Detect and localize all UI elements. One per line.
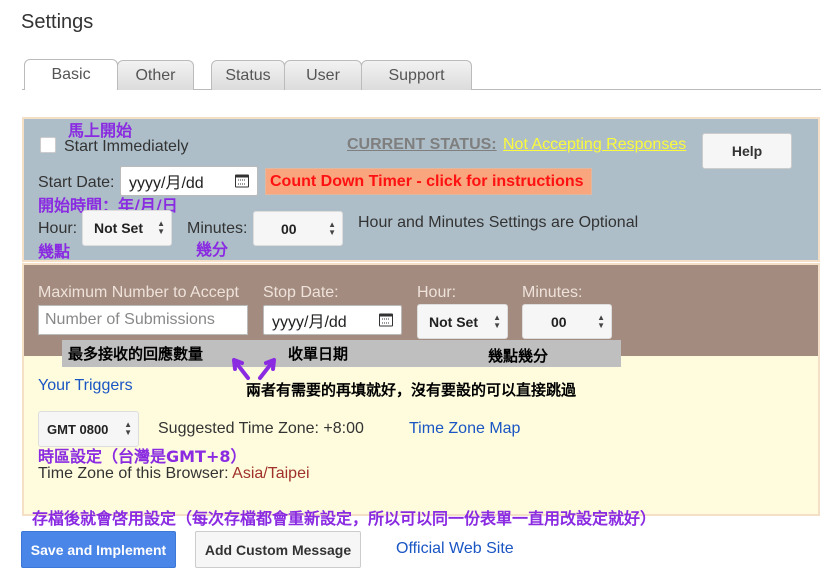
annotation-timezone: 時區設定（台灣是GMT+8） [38, 447, 247, 466]
page-title: Settings [21, 11, 94, 33]
annotation-save: 存檔後就會啓用設定（每次存檔都會重新設定，所以可以同一份表單一直用改設定就好） [32, 509, 657, 528]
start-date-value: yyyy/月/dd [129, 175, 204, 192]
your-triggers-link[interactable]: Your Triggers [38, 377, 133, 395]
countdown-timer-button[interactable]: Count Down Timer - click for instruction… [265, 168, 592, 195]
add-custom-message-button[interactable]: Add Custom Message [195, 531, 361, 568]
stop-hour-select[interactable]: Not Set ▲ ▼ [417, 304, 508, 339]
timezone-value: GMT 0800 [47, 421, 109, 437]
tab-status[interactable]: Status [211, 60, 285, 90]
spinner-arrows-icon: ▲ ▼ [493, 312, 501, 330]
annotation-minute: 幾分 [196, 240, 229, 259]
spinner-arrows-icon: ▲ ▼ [328, 219, 336, 237]
start-minutes-select[interactable]: 00 ▲ ▼ [253, 211, 343, 246]
stop-date-input[interactable]: yyyy/月/dd [263, 305, 402, 335]
calendar-icon[interactable] [235, 174, 249, 188]
browser-timezone-value: Asia/Taipei [232, 465, 310, 482]
current-status-label: CURRENT STATUS: [347, 136, 497, 153]
browser-timezone: Time Zone of this Browser: Asia/Taipei [38, 465, 310, 483]
tab-support[interactable]: Support [361, 60, 472, 90]
current-status-value[interactable]: Not Accepting Responses [503, 136, 686, 154]
annotation-optional: 兩者有需要的再填就好，沒有要設的可以直接跳過 [246, 381, 577, 399]
timezone-select[interactable]: GMT 0800 ▲ ▼ [38, 411, 139, 447]
timezone-map-link[interactable]: Time Zone Map [409, 420, 520, 438]
optional-note: Hour and Minutes Settings are Optional [358, 214, 639, 231]
tab-basic[interactable]: Basic [24, 59, 118, 90]
browser-timezone-label: Time Zone of this Browser: [38, 465, 233, 482]
help-button[interactable]: Help [702, 133, 792, 169]
start-minutes-value: 00 [281, 220, 297, 237]
annotation-stop-time: 幾點幾分 [488, 347, 549, 365]
stop-minutes-value: 00 [551, 313, 567, 330]
tab-other[interactable]: Other [117, 60, 194, 90]
start-date-label: Start Date: [38, 174, 115, 191]
stop-minutes-select[interactable]: 00 ▲ ▼ [522, 304, 612, 339]
max-number-label: Maximum Number to Accept [38, 284, 239, 301]
start-immediately-checkbox[interactable] [40, 137, 56, 153]
spinner-arrows-icon: ▲ ▼ [597, 312, 605, 330]
calendar-icon[interactable] [379, 313, 393, 327]
hour-label: Hour: [38, 220, 78, 237]
stop-hour-value: Not Set [429, 313, 478, 330]
max-submissions-input[interactable]: Number of Submissions [38, 305, 248, 335]
start-hour-select[interactable]: Not Set ▲ ▼ [82, 210, 172, 246]
spinner-arrows-icon: ▲ ▼ [157, 219, 165, 236]
official-website-link[interactable]: Official Web Site [396, 540, 514, 558]
annotation-max-number: 最多接收的回應數量 [68, 345, 204, 363]
start-hour-value: Not Set [94, 220, 143, 236]
stop-date-value: yyyy/月/dd [272, 314, 347, 331]
stop-hour-label: Hour: [417, 284, 457, 301]
save-and-implement-button[interactable]: Save and Implement [21, 531, 176, 568]
annotation-stop-date: 收單日期 [288, 345, 349, 363]
start-immediately-label: Start Immediately [64, 138, 189, 155]
tab-user[interactable]: User [284, 60, 362, 90]
annotation-hour: 幾點 [38, 242, 71, 261]
stop-minutes-label: Minutes: [522, 284, 583, 301]
suggested-timezone: Suggested Time Zone: +8:00 [158, 420, 364, 437]
stop-date-label: Stop Date: [263, 284, 339, 301]
spinner-arrows-icon: ▲ ▼ [124, 420, 132, 437]
